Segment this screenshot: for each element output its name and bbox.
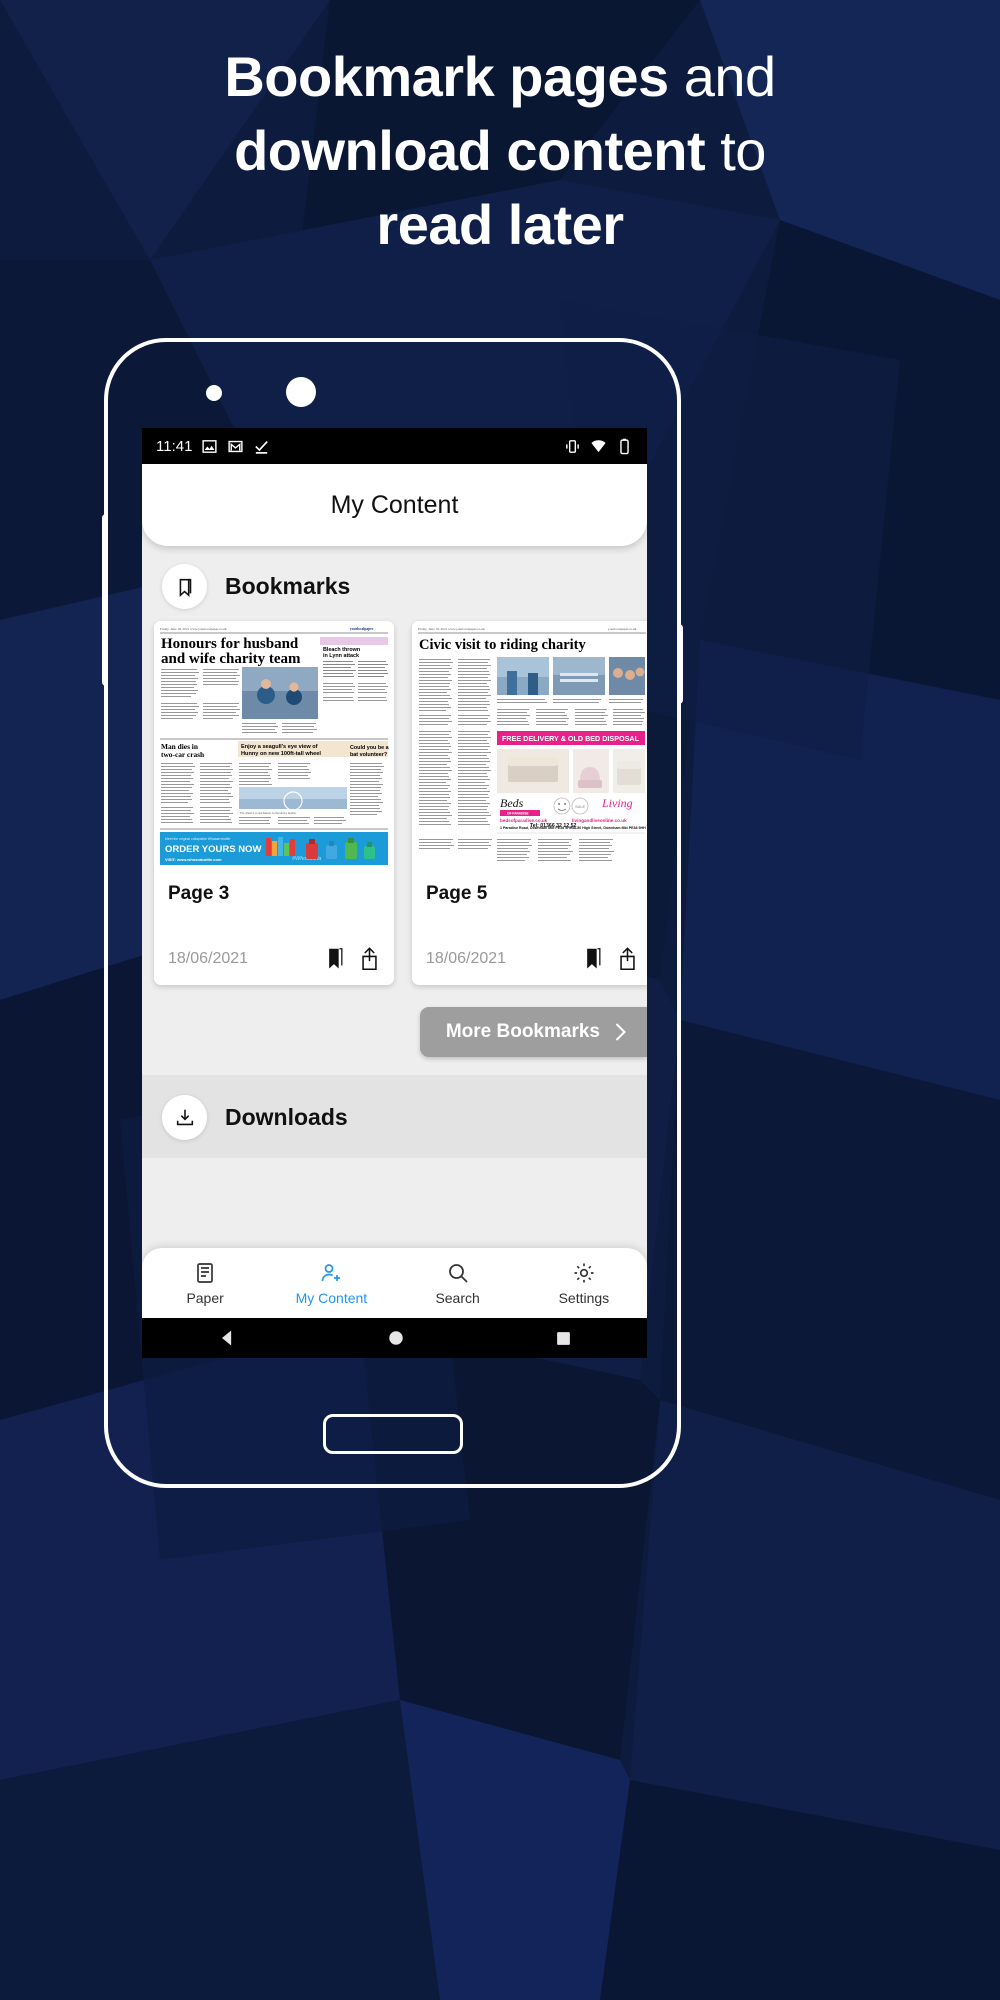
svg-text:48-50 High Street, Downham Mkt: 48-50 High Street, Downham Mkt PE38 9HH [572,826,646,830]
bookmark-card[interactable]: Friday, June 18, 2021 www.yourlocalpaper… [412,621,647,985]
svg-text:and wife charity team: and wife charity team [161,651,301,667]
nav-item-search[interactable]: Search [395,1261,521,1306]
downloads-section-title: Downloads [225,1104,348,1130]
svg-text:Meet the original collapsible: Meet the original collapsible Whaaarrrbo… [165,837,230,841]
card-page-label: Page 5 [426,883,488,904]
nav-label-paper: Paper [186,1289,224,1306]
nav-item-my-content[interactable]: My Content [268,1261,394,1306]
svg-text:Could you be a: Could you be a [350,745,390,751]
headline-bold-3: read later [376,193,624,256]
bookmark-card[interactable]: Friday, June 18, 2021 www.yourlocalpaper… [154,621,394,985]
bookmarks-section-title: Bookmarks [225,573,351,599]
download-icon [162,1095,207,1140]
bookmark-filled-icon[interactable] [584,947,603,971]
wifi-icon [591,439,606,452]
headline-line-1: Bookmark pages and [0,40,1000,114]
nav-item-settings[interactable]: Settings [521,1261,647,1306]
svg-text:Living: Living [601,796,633,810]
card-footer: 18/06/2021 [154,905,394,985]
headline-light-2: to [705,119,766,182]
svg-text:The wheel is a new feature on: The wheel is a new feature on the Hunny … [240,811,296,815]
headline-line-3: read later [0,188,1000,262]
image-icon [202,439,218,453]
newspaper-thumbnail[interactable]: Friday, June 18, 2021 www.yourlocalpaper… [412,621,647,869]
newspaper-page-5-graphic: Friday, June 18, 2021 www.yourlocalpaper… [412,621,647,869]
nav-item-paper[interactable]: Paper [142,1261,268,1306]
my-content-icon [322,1263,341,1281]
more-bookmarks-button[interactable]: More Bookmarks [419,1007,647,1057]
vibrate-icon [566,439,579,453]
svg-text:in Lynn attack: in Lynn attack [323,653,359,659]
phone-mockup: 11:41 My Content Bookmarks Friday, June … [102,338,683,1488]
home-icon[interactable] [387,1329,405,1347]
search-icon [448,1263,468,1283]
headline-bold-2: download content [234,119,706,182]
headline-light-1: and [668,45,776,108]
svg-text:SALE: SALE [575,804,586,809]
svg-text:Beds: Beds [500,796,524,810]
chevron-right-icon [615,1023,626,1041]
card-page-label: Page 3 [168,883,230,904]
android-navigation-bar [142,1318,647,1358]
svg-text:FREE DELIVERY & OLD BED DISPOS: FREE DELIVERY & OLD BED DISPOSAL [502,734,640,743]
promo-headline: Bookmark pages and download content to r… [0,40,1000,262]
svg-text:yourlocalpaper.co.uk: yourlocalpaper.co.uk [608,627,637,631]
svg-text:yourlocalpaper: yourlocalpaper [350,627,374,631]
more-bookmarks-label: More Bookmarks [445,1021,600,1042]
headline-line-2: download content to [0,114,1000,188]
back-icon[interactable] [217,1328,237,1348]
card-footer: 18/06/2021 [412,905,647,985]
paper-icon [197,1262,213,1283]
bookmarks-section-header: Bookmarks [142,546,647,621]
svg-text:VISIT: www.whosrabottle.com: VISIT: www.whosrabottle.com [165,857,222,862]
bookmark-filled-icon[interactable] [326,947,345,971]
svg-text:bat volunteer?: bat volunteer? [350,752,387,758]
svg-text:ORDER YOURS NOW: ORDER YOURS NOW [165,844,261,855]
phone-volume-button [102,514,108,686]
gear-icon [574,1263,594,1282]
newspaper-page-3-graphic: Friday, June 18, 2021 www.yourlocalpaper… [154,621,394,869]
svg-text:Civic visit to riding charity: Civic visit to riding charity [419,637,586,653]
card-date: 18/06/2021 [168,950,249,967]
phone-home-pill [322,1414,463,1454]
status-bar: 11:41 [142,428,647,464]
checkmark-icon [255,440,269,454]
phone-power-button [677,624,683,704]
phone-screen: 11:41 My Content Bookmarks Friday, June … [142,428,647,1358]
svg-text:two-car crash: two-car crash [161,750,204,759]
status-time: 11:41 [156,437,193,455]
svg-text:Tel: 01366 32 12 52: Tel: 01366 32 12 52 [530,823,576,829]
bottom-navigation: Paper My Content Search Settings [142,1248,647,1318]
headline-bold-1: Bookmark pages [224,45,669,108]
phone-sensor-dot [206,385,222,401]
page-title: My Content [330,490,459,519]
svg-text:OF PARADISE: OF PARADISE [507,812,529,816]
bookmark-cards-row: Friday, June 18, 2021 www.yourlocalpaper… [142,621,647,985]
bookmark-icon [162,564,207,609]
svg-text:livingandliveonline.co.uk: livingandliveonline.co.uk [572,818,627,823]
recents-icon[interactable] [555,1330,572,1347]
battery-icon [620,438,629,454]
nav-label-my-content: My Content [295,1289,368,1306]
nav-label-search: Search [435,1289,480,1306]
share-icon[interactable] [359,947,380,971]
card-date: 18/06/2021 [426,950,507,967]
share-icon[interactable] [617,947,638,971]
svg-text:Honours for husband: Honours for husband [161,636,299,652]
gmail-icon [228,440,244,452]
nav-label-settings: Settings [558,1289,610,1306]
phone-camera-dot [286,377,316,407]
more-bookmarks-row: More Bookmarks [142,985,647,1057]
newspaper-thumbnail[interactable]: Friday, June 18, 2021 www.yourlocalpaper… [154,621,394,869]
app-bar: My Content [142,464,647,546]
downloads-section-header: Downloads [142,1075,647,1158]
